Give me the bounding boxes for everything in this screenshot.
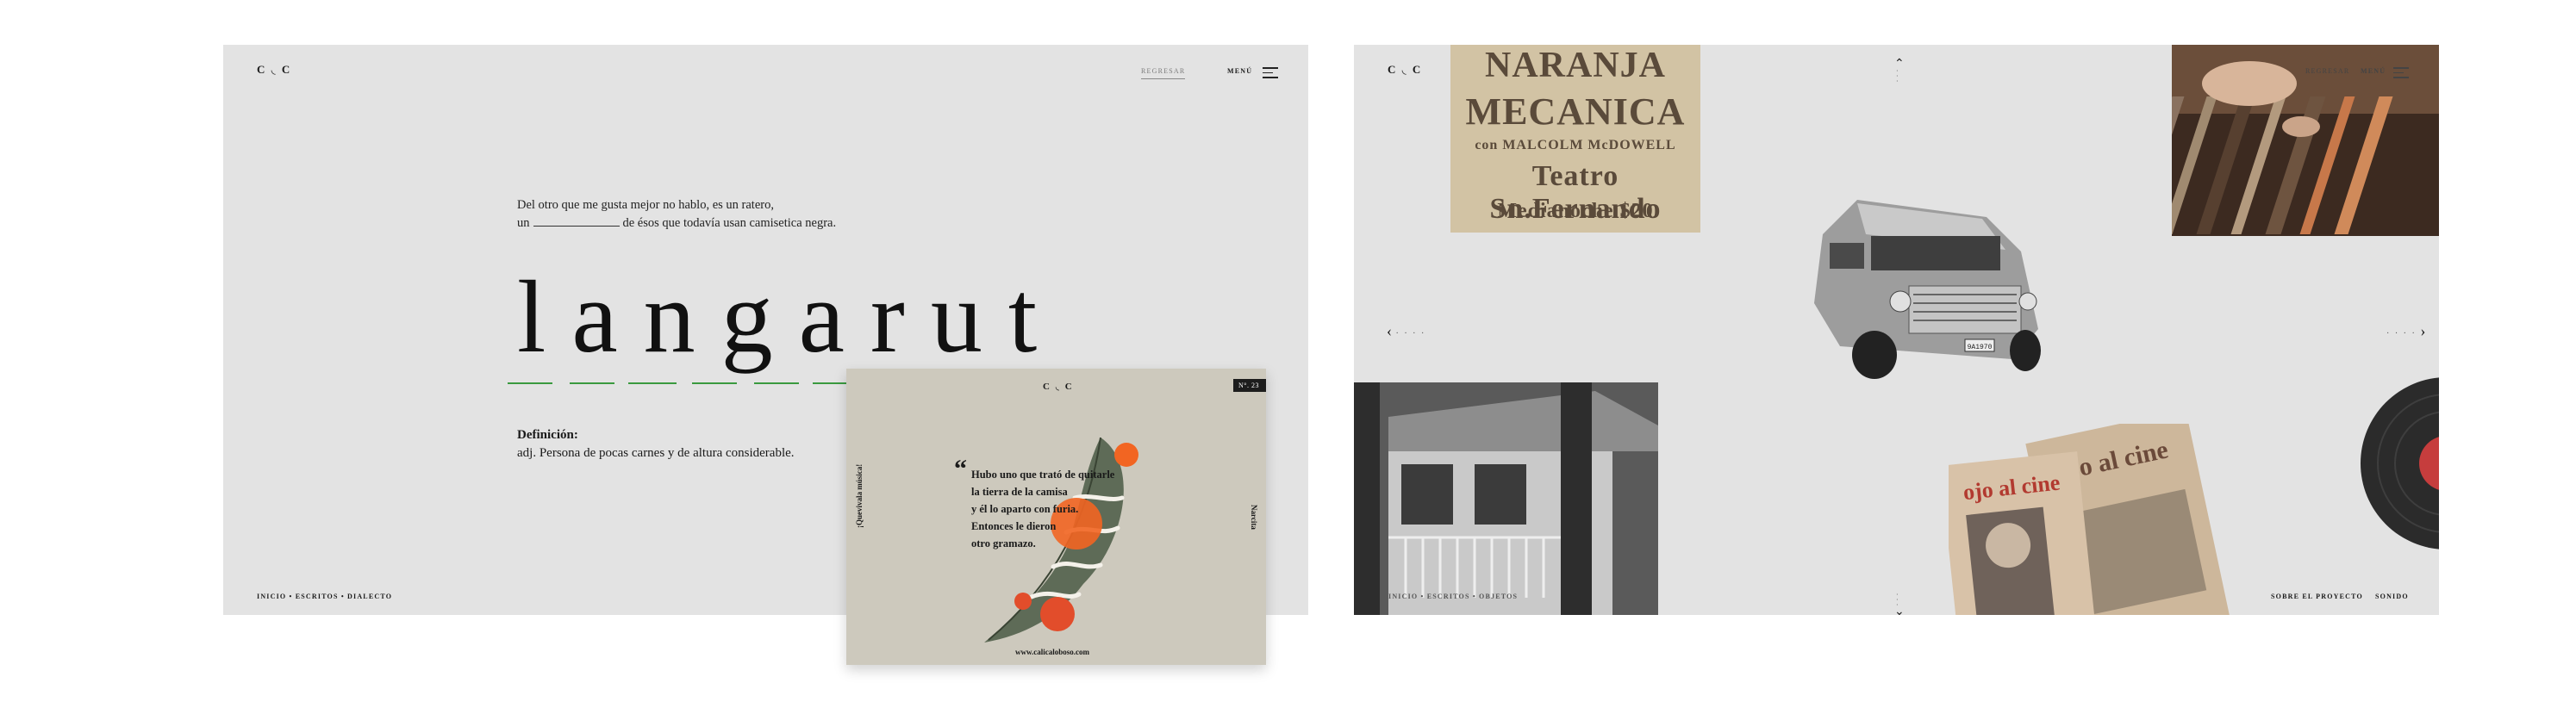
menu-button[interactable]: MENÚ	[2361, 67, 2386, 75]
vinyl-record[interactable]	[2361, 369, 2439, 558]
card-quote-line: Hubo uno que trató de quitarle	[971, 469, 1115, 481]
bus-photo[interactable]: 9A1970	[1806, 183, 2064, 381]
card-quote-line: otro gramazo.	[971, 537, 1036, 549]
house-photo[interactable]	[1354, 382, 1658, 615]
hamburger-icon[interactable]	[1263, 67, 1278, 82]
logo[interactable]: C ◟ C	[257, 63, 291, 77]
breadcrumb[interactable]: INICIO • ESCRITOS • DIALECTO	[257, 593, 392, 600]
quote-mark-icon: “	[954, 455, 967, 483]
arrow-left-icon[interactable]: ‹ · · · ·	[1387, 322, 1425, 340]
arrow-down-glyph: ⌄	[1894, 605, 1905, 616]
poster-line: NARANJA	[1485, 46, 1666, 85]
poster-image[interactable]: NARANJA MECANICA con MALCOLM McDOWELL Te…	[1450, 45, 1700, 233]
card-url[interactable]: www.calicaloboso.com	[1015, 648, 1089, 656]
quote-line-1: Del otro que me gusta mejor no hablo, es…	[517, 198, 774, 212]
arrow-down-icon[interactable]: · · · ⌄	[1894, 592, 1905, 616]
back-link[interactable]: REGRESAR	[2305, 67, 2349, 75]
quote-suffix: de ésos que todavía usan camisetica negr…	[622, 216, 837, 230]
issue-badge: N°. 23	[1233, 379, 1266, 392]
objects-screen: NARANJA MECANICA con MALCOLM McDOWELL Te…	[1354, 45, 2439, 615]
about-project-link[interactable]: SOBRE EL PROYECTO	[2271, 593, 2363, 600]
card-vertical-left: ¡Quevivala música!	[855, 463, 864, 528]
blank-line	[533, 215, 620, 227]
arrow-right-glyph: ›	[2420, 322, 2426, 339]
card-vertical-right: Narcita	[1250, 505, 1258, 530]
definition-title: Definición:	[517, 428, 578, 442]
poster-line: Medianoche $20	[1497, 200, 1654, 222]
breadcrumb[interactable]: INICIO • ESCRITOS • OBJETOS	[1388, 593, 1518, 600]
back-link[interactable]: REGRESAR	[1141, 67, 1186, 79]
hamburger-icon[interactable]	[2393, 67, 2409, 82]
quote-prefix: un	[517, 216, 530, 230]
quote: Del otro que me gusta mejor no hablo, es…	[517, 196, 836, 233]
menu-button[interactable]: MENÚ	[1227, 67, 1252, 75]
arrow-right-icon[interactable]: · · · · ›	[2386, 322, 2425, 340]
card-quote: Hubo uno que trató de quitarle la tierra…	[971, 466, 1114, 552]
card-logo: C ◟ C	[1043, 382, 1074, 392]
card-quote-line: la tierra de la camisa	[971, 486, 1068, 498]
poster-line: MECANICA	[1465, 90, 1686, 133]
bus-plate: 9A1970	[1968, 344, 1993, 351]
logo[interactable]: C ◟ C	[1388, 63, 1422, 77]
magazines-photo[interactable]: ojo al cine ojo al cine	[1949, 424, 2233, 615]
card-quote-line: y él lo aparto con furia.	[971, 503, 1079, 515]
quote-line-2: un de ésos que todavía usan camisetica ne…	[517, 214, 836, 233]
arrow-up-icon[interactable]: ⌃ · · ·	[1894, 59, 1905, 85]
poster-line: con MALCOLM McDOWELL	[1475, 138, 1676, 152]
definition-text: adj. Persona de pocas carnes y de altura…	[517, 446, 795, 460]
sound-toggle[interactable]: SONIDO	[2375, 593, 2409, 600]
card-quote-line: Entonces le dieron	[971, 520, 1057, 532]
dialect-word: langarut	[517, 259, 1063, 374]
postcard[interactable]: C ◟ C N°. 23 ¡Quevivala música! Narcita …	[846, 369, 1266, 665]
